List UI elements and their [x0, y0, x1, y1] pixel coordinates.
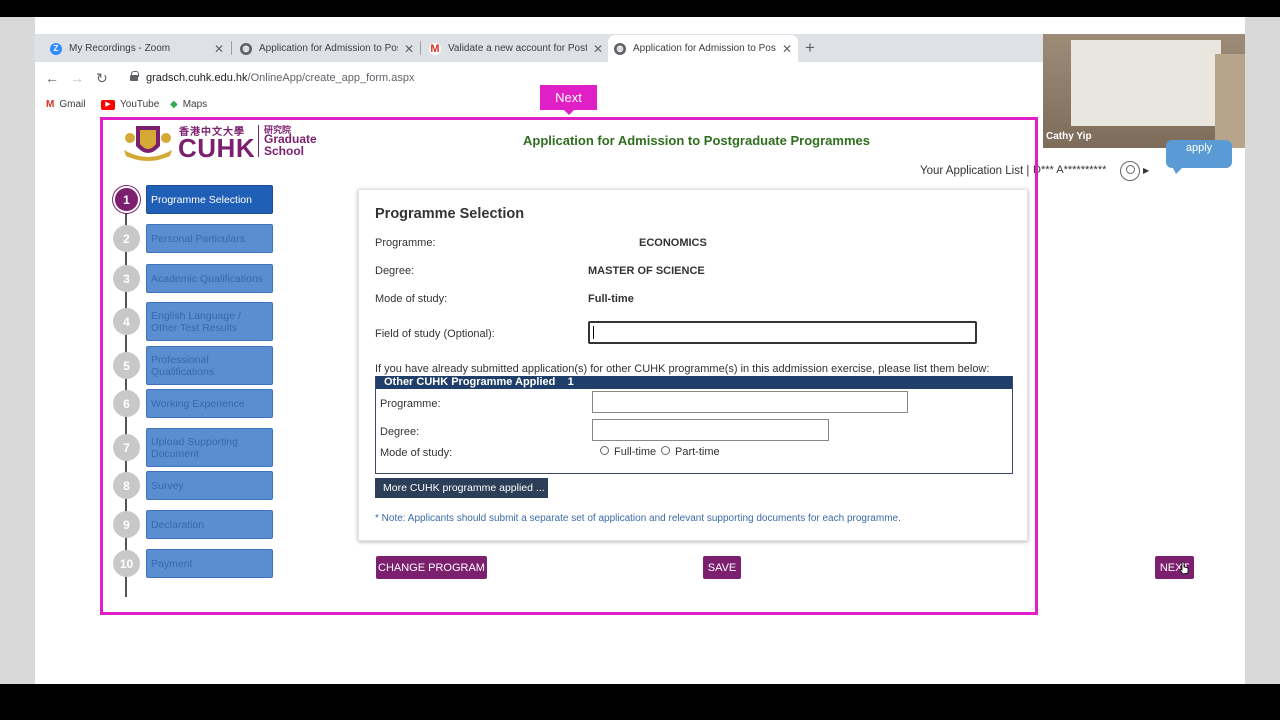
tab-separator	[231, 41, 232, 55]
close-icon[interactable]: ✕	[214, 42, 224, 56]
reload-icon[interactable]: ↻	[96, 70, 108, 87]
gmail-icon: M	[429, 42, 441, 55]
door-frame	[1215, 54, 1245, 148]
url-path: /OnlineApp/create_app_form.aspx	[247, 72, 415, 84]
bookmark-label: YouTube	[120, 99, 160, 110]
tab-title: Application for Admission to Pos	[259, 43, 398, 54]
bookmark-label: Maps	[182, 99, 208, 110]
bookmark-youtube[interactable]: ▶ YouTube	[101, 99, 159, 110]
close-icon[interactable]: ✕	[404, 42, 414, 56]
highlight-box	[100, 117, 1038, 615]
webcam-name: Cathy Yip	[1046, 131, 1092, 142]
globe-icon: ◍	[614, 42, 626, 55]
close-icon[interactable]: ✕	[593, 42, 603, 56]
close-icon[interactable]: ✕	[782, 42, 792, 56]
bookmark-maps[interactable]: ◆ Maps	[170, 99, 207, 110]
tab-zoom-recordings[interactable]: Z My Recordings - Zoom ✕	[44, 35, 230, 62]
user-name[interactable]: D*** A**********	[1033, 164, 1106, 176]
projector-screen	[1071, 40, 1221, 126]
bookmark-gmail[interactable]: M Gmail	[46, 99, 85, 110]
next-annotation-label: Next	[540, 85, 597, 115]
caret-right-icon[interactable]: ▶	[1143, 166, 1149, 175]
gmail-icon: M	[46, 99, 55, 110]
globe-icon: ◍	[240, 42, 252, 55]
back-icon[interactable]: ←	[45, 70, 59, 86]
tab-title: Application for Admission to Pos	[633, 43, 776, 54]
tab-gmail-validate[interactable]: M Validate a new account for Postg ✕	[423, 35, 609, 62]
hand-cursor-icon	[1179, 561, 1189, 575]
bookmark-label: Gmail	[59, 99, 86, 110]
url-host: gradsch.cuhk.edu.hk	[146, 72, 248, 84]
maps-icon: ◆	[170, 99, 178, 110]
tab-application-active[interactable]: ◍ Application for Admission to Pos ✕	[608, 35, 798, 62]
address-bar[interactable]: gradsch.cuhk.edu.hk/OnlineApp/create_app…	[146, 72, 414, 84]
forward-icon[interactable]: →	[70, 70, 84, 86]
user-avatar-icon[interactable]	[1120, 161, 1140, 181]
tab-separator	[420, 41, 421, 55]
youtube-icon: ▶	[101, 99, 115, 110]
zoom-icon: Z	[50, 42, 62, 55]
tab-application-1[interactable]: ◍ Application for Admission to Pos ✕	[234, 35, 420, 62]
tab-title: My Recordings - Zoom	[69, 43, 171, 54]
webcam-overlay: Cathy Yip	[1043, 34, 1245, 148]
apply-chat-bubble[interactable]: apply	[1166, 140, 1232, 174]
lock-icon	[130, 71, 139, 81]
tab-title: Validate a new account for Postg	[448, 43, 587, 54]
new-tab-icon[interactable]: +	[805, 38, 815, 58]
